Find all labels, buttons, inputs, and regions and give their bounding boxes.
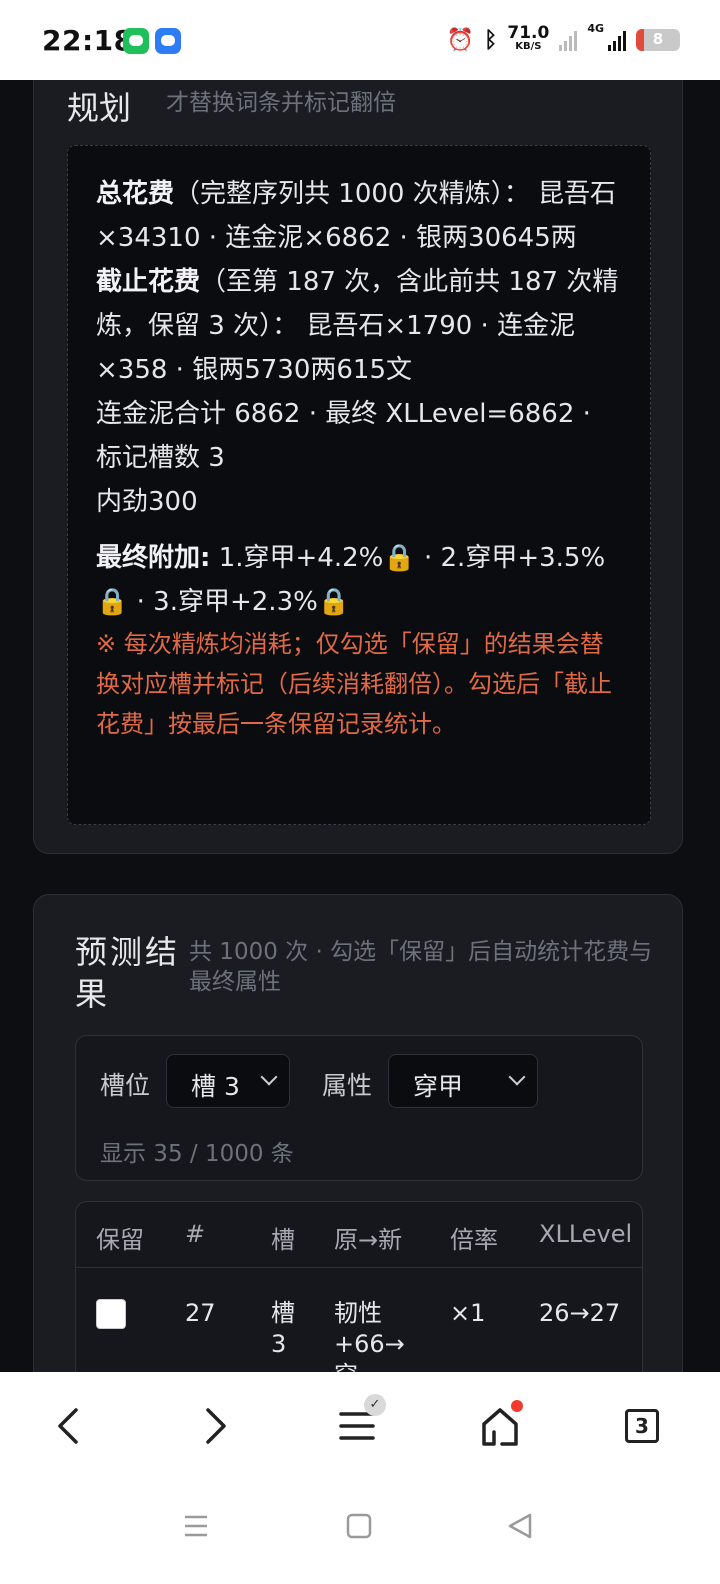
col-index: # — [185, 1220, 206, 1248]
lock-icon: 🔒 — [96, 587, 129, 617]
predict-panel: 预测结果 共 1000 次 · 勾选「保留」后自动统计花费与最终属性 槽位 槽 … — [33, 894, 683, 1372]
bluetooth-icon: ᛒ — [484, 27, 498, 53]
summary-line: 连金泥合计 6862 · 最终 XLLevel=6862 · 标记槽数 3 — [96, 399, 591, 473]
battery-level: 8 — [652, 30, 664, 48]
recent-apps-icon[interactable] — [182, 1512, 210, 1540]
notification-dot — [511, 1400, 523, 1412]
row-slot: 槽3 — [271, 1299, 295, 1358]
lock-icon: 🔒 — [317, 587, 351, 617]
home-nav-icon[interactable] — [345, 1512, 373, 1540]
status-time: 22:18 — [42, 24, 134, 57]
slot-select[interactable]: 槽 3 — [166, 1054, 290, 1108]
inner-force: 内劲300 — [96, 487, 198, 517]
final-bonus-item: 1.穿甲+4.2% — [218, 543, 384, 573]
chevron-right-icon — [206, 1408, 226, 1444]
usage-note: ※ 每次精炼均消耗；仅勾选「保留」的结果会替换对应槽并标记（后续消耗翻倍）。勾选… — [96, 630, 612, 738]
row-xllevel: 26→27 — [539, 1299, 621, 1327]
plan-subtitle: 才替换词条并标记翻倍 — [166, 90, 396, 116]
tabs-button[interactable]: 3 — [625, 1409, 659, 1443]
back-nav-icon[interactable] — [506, 1512, 534, 1540]
cutoff-cost-label: 截止花费 — [96, 267, 201, 297]
col-xllevel: XLLevel — [539, 1220, 633, 1248]
system-nav-bar — [0, 1482, 720, 1584]
web-page[interactable]: 规划 才替换词条并标记翻倍 总花费（完整序列共 1000 次精炼）： 昆吾石×3… — [0, 80, 720, 1372]
check-badge-icon: ✓ — [364, 1394, 386, 1416]
total-cost: 总花费（完整序列共 1000 次精炼）： 昆吾石×34310 · 连金泥×686… — [96, 172, 622, 260]
col-rate: 倍率 — [450, 1226, 498, 1254]
chevron-down-icon — [260, 1068, 278, 1086]
result-count: 显示 35 / 1000 条 — [100, 1141, 294, 1167]
network-speed-value: 71.0 — [507, 23, 550, 43]
col-slot: 槽 — [271, 1226, 295, 1254]
table-header: 保留 # 槽 原→新 倍率 XLLevel — [76, 1202, 642, 1268]
filter-bar: 槽位 槽 3 属性 穿甲 显示 35 / 1000 条 — [75, 1035, 643, 1181]
status-bar: 22:18 ⏰ ᛒ 71.0 KB/S 4G 8 — [0, 0, 720, 80]
plan-panel: 规划 才替换词条并标记翻倍 总花费（完整序列共 1000 次精炼）： 昆吾石×3… — [33, 80, 683, 854]
battery-icon: 8 — [636, 29, 680, 51]
message-app-icon — [155, 28, 181, 54]
slot-label: 槽位 — [100, 1071, 151, 1100]
chevron-left-icon — [58, 1408, 78, 1444]
forward-button[interactable] — [190, 1402, 238, 1450]
col-change: 原→新 — [334, 1226, 403, 1254]
total-cost-text: （完整序列共 1000 次精炼）： 昆吾石×34310 · 连金泥×6862 ·… — [96, 179, 616, 253]
browser-toolbar — [0, 1372, 720, 1482]
attr-select[interactable]: 穿甲 — [388, 1054, 538, 1108]
final-bonus: 最终附加: 1.穿甲+4.2%🔒 · 2.穿甲+3.5%🔒 · 3.穿甲+2.3… — [96, 543, 606, 617]
lock-icon: 🔒 — [383, 543, 416, 573]
plan-title: 规划 — [67, 89, 132, 127]
predict-title: 预测结果 — [75, 933, 181, 1013]
attr-select-value: 穿甲 — [413, 1072, 464, 1101]
signal-sim1-icon — [559, 29, 578, 51]
final-bonus-item: 2.穿甲+3.5% — [440, 543, 606, 573]
total-cost-label: 总花费 — [96, 179, 175, 209]
attr-label: 属性 — [322, 1071, 373, 1100]
col-keep: 保留 — [96, 1226, 144, 1254]
network-speed: 71.0 KB/S — [507, 23, 550, 53]
keep-checkbox[interactable] — [96, 1299, 126, 1329]
cutoff-cost: 截止花费（至第 187 次，含此前共 187 次精炼，保留 3 次）： 昆吾石×… — [96, 260, 622, 392]
predict-subtitle: 共 1000 次 · 勾选「保留」后自动统计花费与最终属性 — [189, 939, 653, 995]
back-button[interactable] — [46, 1402, 94, 1450]
alarm-icon: ⏰ — [446, 27, 475, 53]
results-table[interactable]: 保留 # 槽 原→新 倍率 XLLevel 27 槽3 韧性+66→穿 ×1 2… — [75, 1201, 643, 1372]
wechat-icon — [123, 28, 149, 54]
final-bonus-item: 3.穿甲+2.3% — [153, 587, 318, 617]
row-change: 韧性+66→穿 — [334, 1299, 405, 1372]
row-index: 27 — [185, 1299, 216, 1327]
chevron-down-icon — [508, 1068, 526, 1086]
row-rate: ×1 — [450, 1299, 486, 1327]
signal-sim2-icon — [608, 29, 626, 51]
final-bonus-label: 最终附加 — [96, 543, 201, 573]
cost-summary: 总花费（完整序列共 1000 次精炼）： 昆吾石×34310 · 连金泥×686… — [67, 145, 651, 825]
network-type: 4G — [587, 22, 604, 35]
slot-select-value: 槽 3 — [191, 1072, 240, 1101]
